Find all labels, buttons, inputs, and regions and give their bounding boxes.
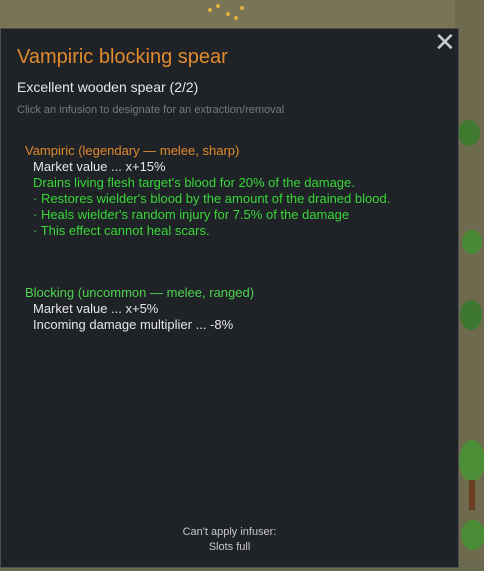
sub-effect: · Restores wielder's blood by the amount… bbox=[33, 191, 391, 206]
effect-description: Drains living flesh target's blood for 2… bbox=[33, 175, 355, 190]
item-subtitle: Excellent wooden spear (2/2) bbox=[17, 79, 199, 95]
tree-icon bbox=[460, 300, 482, 330]
tree-trunk bbox=[469, 480, 475, 510]
market-value: Market value ... x+5% bbox=[33, 301, 159, 316]
flower-icon bbox=[208, 8, 212, 12]
status-line: Can't apply infuser: bbox=[182, 526, 277, 538]
infusion-dialog: ✕ Vampiric blocking spear Excellent wood… bbox=[0, 28, 459, 568]
apply-status: Can't apply infuser: Slots full bbox=[1, 525, 458, 555]
close-icon[interactable]: ✕ bbox=[434, 29, 456, 55]
sub-effect: · This effect cannot heal scars. bbox=[33, 223, 210, 238]
flower-icon bbox=[226, 12, 230, 16]
stat-line: Incoming damage multiplier ... -8% bbox=[33, 317, 234, 332]
tree-icon bbox=[459, 440, 484, 482]
tree-icon bbox=[461, 520, 484, 550]
flower-icon bbox=[240, 6, 244, 10]
sub-effect: · Heals wielder's random injury for 7.5%… bbox=[33, 207, 350, 222]
flower-icon bbox=[216, 4, 220, 8]
infusion-header: Blocking (uncommon — melee, ranged) bbox=[25, 285, 255, 300]
market-value: Market value ... x+15% bbox=[33, 159, 166, 174]
tree-icon bbox=[458, 120, 480, 146]
status-line: Slots full bbox=[208, 541, 251, 553]
dialog-title: Vampiric blocking spear bbox=[17, 46, 228, 68]
infusion-header: Vampiric (legendary — melee, sharp) bbox=[25, 143, 240, 158]
tree-icon bbox=[462, 230, 482, 254]
instruction-hint: Click an infusion to designate for an ex… bbox=[17, 104, 285, 116]
infusion-vampiric[interactable]: Vampiric (legendary — melee, sharp) Mark… bbox=[25, 143, 390, 239]
flower-icon bbox=[234, 16, 238, 20]
infusion-blocking[interactable]: Blocking (uncommon — melee, ranged) Mark… bbox=[25, 285, 254, 333]
map-dirt-strip bbox=[0, 0, 484, 30]
